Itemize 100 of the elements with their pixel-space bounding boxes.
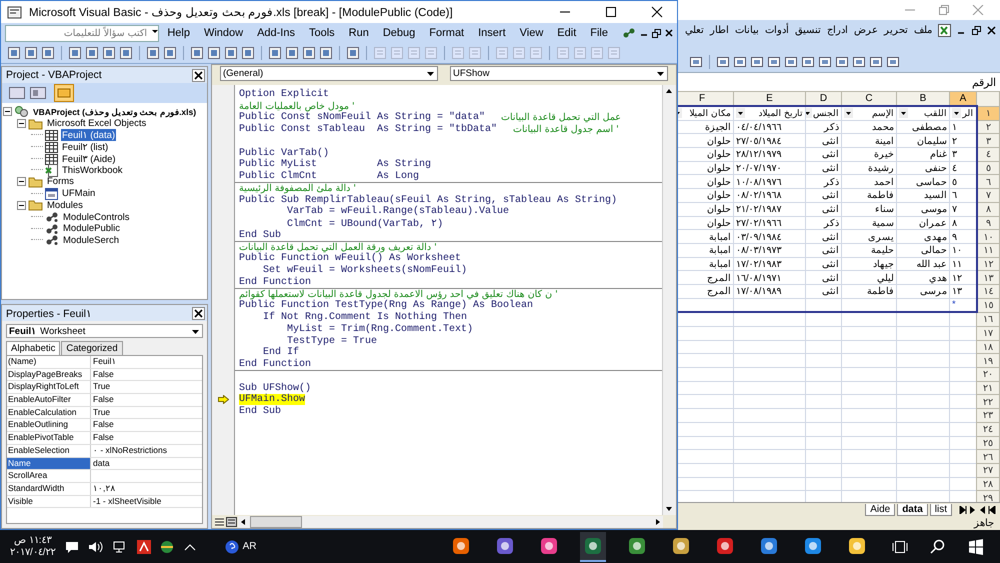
row-header[interactable]: ١٩	[976, 354, 1000, 368]
expand-toggle-icon[interactable]	[3, 107, 12, 116]
first-sheet-icon[interactable]	[988, 506, 996, 514]
property-name[interactable]: EnableCalculation	[7, 406, 91, 418]
property-value[interactable]: False	[93, 394, 114, 404]
column-header[interactable]: F	[678, 92, 734, 106]
menu-item[interactable]: ادراج	[827, 24, 848, 36]
property-name[interactable]: DisplayPageBreaks	[7, 368, 91, 380]
tree-item[interactable]: Modules	[46, 200, 84, 211]
property-value[interactable]: -1 - xlSheetVisible	[93, 496, 162, 506]
menu-item[interactable]: ملف	[914, 24, 932, 36]
menu-item[interactable]: Add-Ins	[257, 27, 295, 39]
row-header[interactable]: ٢٦	[976, 450, 1000, 464]
menu-item[interactable]: اطار	[710, 24, 729, 36]
menu-item[interactable]: تحرير	[884, 24, 908, 36]
menu-item[interactable]: View	[520, 27, 544, 39]
property-name[interactable]: EnableAutoFilter	[7, 394, 91, 406]
filter-dropdown-icon[interactable]	[899, 108, 908, 118]
windows-start-icon[interactable]	[968, 538, 984, 554]
property-value[interactable]: Feuil١	[93, 356, 116, 366]
close-icon[interactable]	[192, 306, 205, 320]
column-header[interactable]: C	[842, 92, 896, 106]
tree-item[interactable]: Feuil١ (data)	[61, 129, 116, 142]
previous-sheet-icon[interactable]	[979, 506, 985, 514]
dropdown-arrow-icon[interactable]	[426, 69, 435, 78]
menu-item[interactable]: تعلي	[685, 24, 704, 36]
next-sheet-icon[interactable]	[970, 506, 976, 514]
tree-item[interactable]: Microsoft Excel Objects	[46, 118, 148, 130]
sheet-tab[interactable]: Aide	[865, 504, 896, 516]
menu-item[interactable]: Insert	[478, 27, 506, 39]
procedure-dropdown[interactable]: UFShow	[450, 66, 668, 81]
clock[interactable]: ١١:٤٣ ص ٢٠١٧/٠٤/٢٢	[10, 534, 56, 558]
row-header[interactable]: ١٧	[976, 326, 1000, 340]
menu-item[interactable]: عرض	[854, 24, 878, 36]
property-name[interactable]: Name	[7, 458, 91, 470]
property-name[interactable]: Visible	[7, 496, 91, 508]
notification-icon[interactable]	[64, 540, 79, 554]
menu-item[interactable]: File	[590, 27, 608, 39]
restore-icon[interactable]	[972, 26, 981, 34]
close-icon[interactable]	[665, 29, 673, 37]
menu-item[interactable]: تنسيق	[795, 24, 821, 36]
menu-item[interactable]: Edit	[557, 27, 576, 39]
vertical-scrollbar[interactable]	[662, 85, 676, 515]
menu-item[interactable]: أدوات	[765, 24, 789, 36]
menu-item[interactable]: Format	[429, 27, 464, 39]
property-value[interactable]: False	[93, 432, 114, 442]
view-object-icon[interactable]	[29, 85, 47, 101]
task-view-icon[interactable]	[892, 540, 908, 554]
property-name[interactable]: (Name)	[7, 356, 91, 368]
tree-item[interactable]: Feuil٣ (Aide)	[61, 152, 117, 165]
property-value[interactable]: ٠ - xlNoRestrictions	[93, 444, 167, 455]
workbook-icon[interactable]	[938, 24, 951, 36]
last-sheet-icon[interactable]	[959, 506, 967, 514]
filter-dropdown-icon[interactable]	[844, 108, 853, 118]
tree-item[interactable]: ModuleControls	[62, 212, 131, 223]
tray-app-icon[interactable]	[136, 540, 151, 554]
property-value[interactable]: True	[93, 381, 110, 392]
property-value[interactable]: data	[93, 458, 110, 468]
close-icon[interactable]	[192, 68, 205, 82]
row-header[interactable]: ٢٠	[976, 368, 1000, 382]
close-icon[interactable]	[651, 6, 663, 18]
menu-item[interactable]: بيانات	[735, 24, 759, 36]
dropdown-arrow-icon[interactable]	[656, 69, 665, 78]
property-name[interactable]: StandardWidth	[7, 482, 91, 495]
maximize-icon[interactable]	[605, 6, 617, 18]
property-value[interactable]: True	[93, 406, 110, 417]
menu-item[interactable]: Tools	[308, 27, 335, 39]
tab[interactable]: Alphabetic	[6, 341, 60, 355]
column-header[interactable]: B	[896, 92, 950, 106]
row-header[interactable]: ٢٢	[976, 394, 1000, 409]
speaker-icon[interactable]	[88, 540, 104, 554]
object-dropdown[interactable]: (General)	[220, 66, 438, 81]
tree-item[interactable]: UFMain	[61, 188, 96, 200]
expand-toggle-icon[interactable]	[17, 177, 26, 186]
expand-toggle-icon[interactable]	[17, 119, 26, 128]
scrollbar-thumb[interactable]	[250, 516, 302, 528]
tree-item[interactable]: Feuil٢ (list)	[61, 140, 110, 153]
search-icon[interactable]	[930, 538, 946, 554]
row-header[interactable]: ١٨	[976, 340, 1000, 354]
row-header[interactable]: ١٦	[976, 312, 1000, 326]
menu-item[interactable]: Window	[204, 27, 244, 39]
filter-dropdown-icon[interactable]	[952, 108, 961, 118]
row-header[interactable]: ٢٨	[976, 477, 1000, 491]
chevron-up-icon[interactable]	[184, 542, 196, 552]
row-header[interactable]: ٢٧	[976, 463, 1000, 478]
column-header[interactable]: D	[806, 92, 842, 106]
row-header[interactable]: ٢١	[976, 381, 1000, 395]
property-name[interactable]: EnableSelection	[7, 444, 91, 456]
column-header[interactable]: A	[950, 92, 976, 106]
row-header[interactable]: ٢٥	[976, 436, 1000, 450]
property-value[interactable]: False	[93, 368, 114, 379]
module-icon[interactable]	[622, 27, 636, 39]
filter-dropdown-icon[interactable]	[736, 108, 745, 118]
procedure-view-icon[interactable]	[214, 516, 225, 526]
row-header[interactable]: ٢٤	[976, 422, 1000, 436]
menu-item[interactable]: Help	[167, 27, 190, 39]
tree-item[interactable]: ModuleSerch	[62, 234, 120, 246]
expand-toggle-icon[interactable]	[17, 200, 26, 210]
tree-item[interactable]: Forms	[46, 176, 75, 188]
tree-item[interactable]: VBAProject (فورم بحث وتعديل وحذف.xls)	[32, 106, 198, 117]
